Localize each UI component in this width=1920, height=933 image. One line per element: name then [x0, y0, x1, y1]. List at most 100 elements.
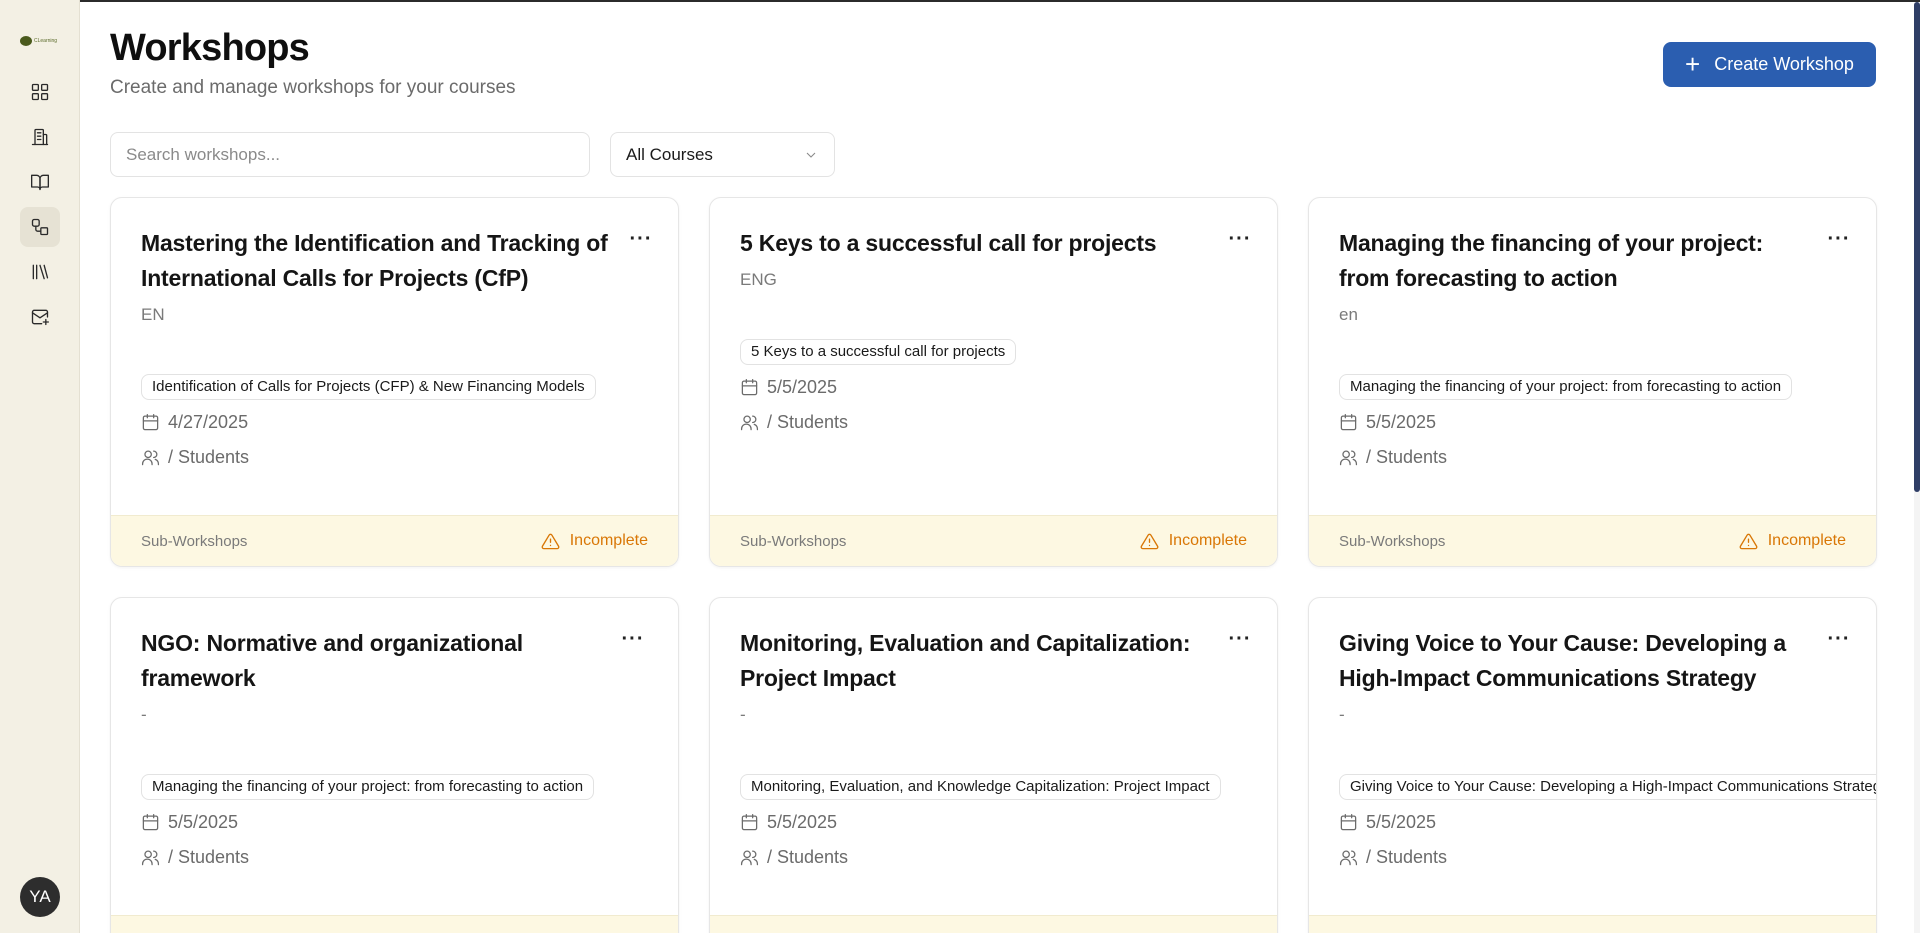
users-icon [1339, 850, 1358, 866]
workshop-date: 5/5/2025 [1366, 812, 1437, 832]
status-text: Incomplete [1767, 532, 1846, 549]
status-badge: Incomplete [1739, 532, 1846, 551]
search-workshops-input[interactable] [110, 132, 590, 177]
card-footer [1309, 915, 1876, 933]
chevron-down-icon [806, 152, 816, 158]
dashboard-grid-icon [31, 83, 49, 101]
sidebar: CLearning YA [0, 0, 80, 933]
page-subtitle: Create and manage workshops for your cou… [110, 77, 516, 98]
workshop-date-row: 5/5/2025 [740, 377, 837, 398]
calendar-icon [741, 813, 758, 831]
app-logo[interactable]: CLearning [20, 34, 60, 48]
top-border [0, 0, 1920, 2]
workshop-date: 5/5/2025 [767, 377, 838, 397]
workshop-students: / Students [168, 447, 250, 467]
workshop-students-row: / Students [740, 412, 848, 433]
workshop-card[interactable]: Monitoring, Evaluation and Capitalizatio… [709, 597, 1278, 933]
more-options-icon[interactable]: ··· [1225, 629, 1255, 654]
workshop-date: 4/27/2025 [168, 412, 249, 432]
page-title: Workshops [110, 27, 310, 69]
sidebar-item-library[interactable] [20, 252, 60, 292]
create-workshop-label: Create Workshop [1714, 54, 1854, 74]
workshop-card[interactable]: 5 Keys to a successful call for projects… [709, 197, 1278, 567]
workshop-students-row: / Students [740, 847, 848, 868]
workshop-date: 5/5/2025 [1366, 412, 1437, 432]
workshop-date-row: 5/5/2025 [1339, 412, 1436, 433]
workshop-language: - [141, 705, 147, 724]
calendar-icon [142, 413, 159, 431]
workshop-card[interactable]: Mastering the Identification and Trackin… [110, 197, 679, 567]
sidebar-item-workshops[interactable] [20, 207, 60, 247]
more-options-icon[interactable]: ··· [626, 229, 656, 254]
course-tag: 5 Keys to a successful call for projects [740, 339, 1017, 365]
sub-workshops-label[interactable]: Sub-Workshops [1339, 533, 1445, 550]
workshop-title[interactable]: Monitoring, Evaluation and Capitalizatio… [740, 626, 1210, 696]
workshop-language: EN [141, 305, 165, 324]
card-footer [710, 915, 1277, 933]
workshop-card[interactable]: Managing the financing of your project: … [1308, 197, 1877, 567]
sub-workshops-label[interactable]: Sub-Workshops [740, 533, 846, 550]
workshop-date: 5/5/2025 [767, 812, 838, 832]
workshop-title[interactable]: 5 Keys to a successful call for projects [740, 226, 1210, 261]
workshop-language: - [740, 705, 746, 724]
book-open-icon [31, 174, 49, 191]
workshop-date-row: 5/5/2025 [141, 812, 238, 833]
workshop-students-row: / Students [1339, 447, 1447, 468]
more-options-icon[interactable]: ··· [1824, 629, 1854, 654]
workshop-title[interactable]: Mastering the Identification and Trackin… [141, 226, 611, 296]
workshop-date: 5/5/2025 [168, 812, 239, 832]
workshop-students-row: / Students [141, 447, 249, 468]
workshops-shapes-icon [31, 218, 49, 236]
sidebar-item-invitations[interactable] [20, 297, 60, 337]
workshop-students-row: / Students [1339, 847, 1447, 868]
status-text: Incomplete [569, 532, 648, 549]
workshop-language: ENG [740, 270, 777, 289]
workshop-students: / Students [1366, 447, 1448, 467]
workshop-title[interactable]: Managing the financing of your project: … [1339, 226, 1809, 296]
calendar-icon [741, 378, 758, 396]
workshop-date-row: 5/5/2025 [740, 812, 837, 833]
users-icon [740, 850, 759, 866]
building-icon [31, 128, 49, 146]
page-scrollbar-thumb[interactable] [1914, 2, 1920, 492]
status-badge: Incomplete [1140, 532, 1247, 551]
course-filter-select[interactable]: All Courses [610, 132, 835, 177]
workshop-date-row: 4/27/2025 [141, 412, 248, 433]
workshop-students-row: / Students [141, 847, 249, 868]
sidebar-item-dashboard[interactable] [20, 72, 60, 112]
more-options-icon[interactable]: ··· [618, 629, 648, 654]
calendar-icon [1340, 413, 1357, 431]
card-footer [111, 915, 678, 933]
create-workshop-button[interactable]: + Create Workshop [1663, 42, 1876, 87]
workshop-title[interactable]: Giving Voice to Your Cause: Developing a… [1339, 626, 1809, 696]
workshop-card[interactable]: NGO: Normative and organizational framew… [110, 597, 679, 933]
warning-triangle-icon [1739, 533, 1758, 549]
course-tag: Giving Voice to Your Cause: Developing a… [1339, 774, 1876, 800]
more-options-icon[interactable]: ··· [1225, 229, 1255, 254]
users-icon [1339, 450, 1358, 466]
course-filter-value: All Courses [626, 144, 713, 164]
workshop-language: - [1339, 705, 1345, 724]
workshop-students: / Students [767, 847, 849, 867]
workshop-card[interactable]: Giving Voice to Your Cause: Developing a… [1308, 597, 1877, 933]
sidebar-item-organizations[interactable] [20, 117, 60, 157]
users-icon [141, 850, 160, 866]
library-icon [32, 264, 49, 280]
workshop-students: / Students [1366, 847, 1448, 867]
logo-text: CLearning [34, 38, 58, 44]
users-icon [740, 415, 759, 431]
course-tag: Managing the financing of your project: … [1339, 374, 1793, 400]
course-tag: Managing the financing of your project: … [141, 774, 595, 800]
card-footer: Sub-Workshops Incomplete [111, 515, 678, 566]
warning-triangle-icon [541, 533, 560, 549]
status-badge: Incomplete [541, 532, 648, 551]
more-options-icon[interactable]: ··· [1824, 229, 1854, 254]
users-icon [141, 450, 160, 466]
plus-icon: + [1685, 48, 1701, 79]
user-avatar[interactable]: YA [20, 877, 60, 917]
sidebar-item-courses[interactable] [20, 162, 60, 202]
sub-workshops-label[interactable]: Sub-Workshops [141, 533, 247, 550]
workshop-title[interactable]: NGO: Normative and organizational framew… [141, 626, 611, 696]
card-footer: Sub-Workshops Incomplete [710, 515, 1277, 566]
mail-plus-icon [31, 309, 49, 326]
